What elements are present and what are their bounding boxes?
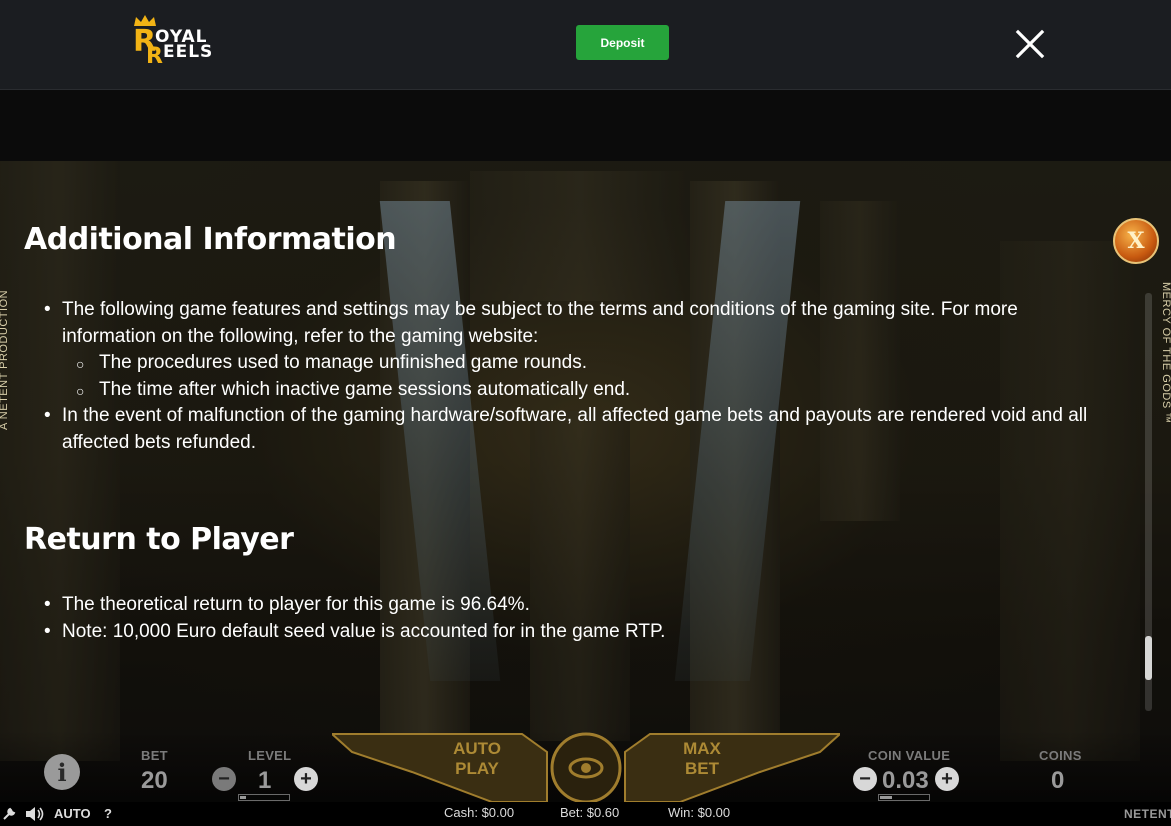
bet-readout: Bet: $0.60 xyxy=(560,805,620,820)
wrench-icon[interactable] xyxy=(2,807,16,821)
info-button[interactable]: i xyxy=(44,754,80,790)
rtp-list: The theoretical return to player for thi… xyxy=(38,592,1113,645)
minus-icon: − xyxy=(218,768,230,790)
autoplay-line2: PLAY xyxy=(455,759,499,778)
wing-ornament xyxy=(332,732,840,802)
info-close-button[interactable]: X xyxy=(1113,218,1159,264)
black-band xyxy=(0,90,1171,161)
side-text-left: A NETENT PRODUCTION xyxy=(0,289,10,430)
section-title-return-to-player: Return to Player xyxy=(24,522,294,557)
deposit-button[interactable]: Deposit xyxy=(576,25,669,60)
bet-value: 20 xyxy=(141,767,168,794)
dim-overlay xyxy=(0,161,1171,826)
maxbet-line2: BET xyxy=(685,759,719,778)
list-item: In the event of malfunction of the gamin… xyxy=(38,403,1113,456)
level-bar xyxy=(238,794,290,801)
cash-readout: Cash: $0.00 xyxy=(444,805,515,820)
side-text-right: MERCY OF THE GODS ™ xyxy=(1160,282,1171,424)
auto-toggle[interactable]: AUTO xyxy=(54,806,91,821)
netent-logo: NETENT xyxy=(1124,807,1171,821)
level-decrease-button[interactable]: − xyxy=(212,767,236,791)
list-item: The theoretical return to player for thi… xyxy=(38,592,1113,619)
minus-icon: − xyxy=(859,768,871,790)
help-icon[interactable]: ? xyxy=(104,806,112,821)
list-item-sub: The time after which inactive game sessi… xyxy=(38,377,1113,403)
game-background xyxy=(0,161,1171,826)
coin-value-decrease-button[interactable]: − xyxy=(853,767,877,791)
autoplay-button[interactable]: AUTO PLAY xyxy=(452,739,502,779)
info-icon: i xyxy=(57,757,67,787)
section-title-additional-information: Additional Information xyxy=(24,222,397,257)
coin-value-bar xyxy=(878,794,930,801)
coins-value: 0 xyxy=(1051,767,1065,794)
logo-word-eels: EELS xyxy=(163,42,214,62)
sound-icon[interactable] xyxy=(25,806,45,822)
level-value: 1 xyxy=(258,767,272,794)
list-item: Note: 10,000 Euro default seed value is … xyxy=(38,619,1113,646)
list-item-sub: The procedures used to manage unfinished… xyxy=(38,350,1113,377)
coin-value: 0.03 xyxy=(882,767,929,794)
royal-reels-logo[interactable]: R OYAL R EELS xyxy=(133,15,223,69)
close-icon[interactable] xyxy=(1012,26,1048,62)
plus-icon: + xyxy=(300,768,312,790)
top-bar: R OYAL R EELS Deposit xyxy=(0,0,1171,90)
bet-label: BET xyxy=(141,748,168,763)
plus-icon: + xyxy=(941,768,953,790)
autoplay-line1: AUTO xyxy=(453,739,501,758)
coins-label: COINS xyxy=(1039,748,1082,763)
win-readout: Win: $0.00 xyxy=(668,805,731,820)
maxbet-line1: MAX xyxy=(683,739,721,758)
close-x-icon: X xyxy=(1127,228,1145,254)
coin-value-increase-button[interactable]: + xyxy=(935,767,959,791)
coin-value-label: COIN VALUE xyxy=(868,748,951,763)
level-increase-button[interactable]: + xyxy=(294,767,318,791)
max-bet-button[interactable]: MAX BET xyxy=(677,739,727,779)
list-item: The following game features and settings… xyxy=(38,297,1113,350)
scrollbar-thumb[interactable] xyxy=(1145,636,1152,680)
level-label: LEVEL xyxy=(248,748,292,763)
additional-info-list: The following game features and settings… xyxy=(38,297,1113,456)
logo-letter-r2: R xyxy=(146,44,163,69)
